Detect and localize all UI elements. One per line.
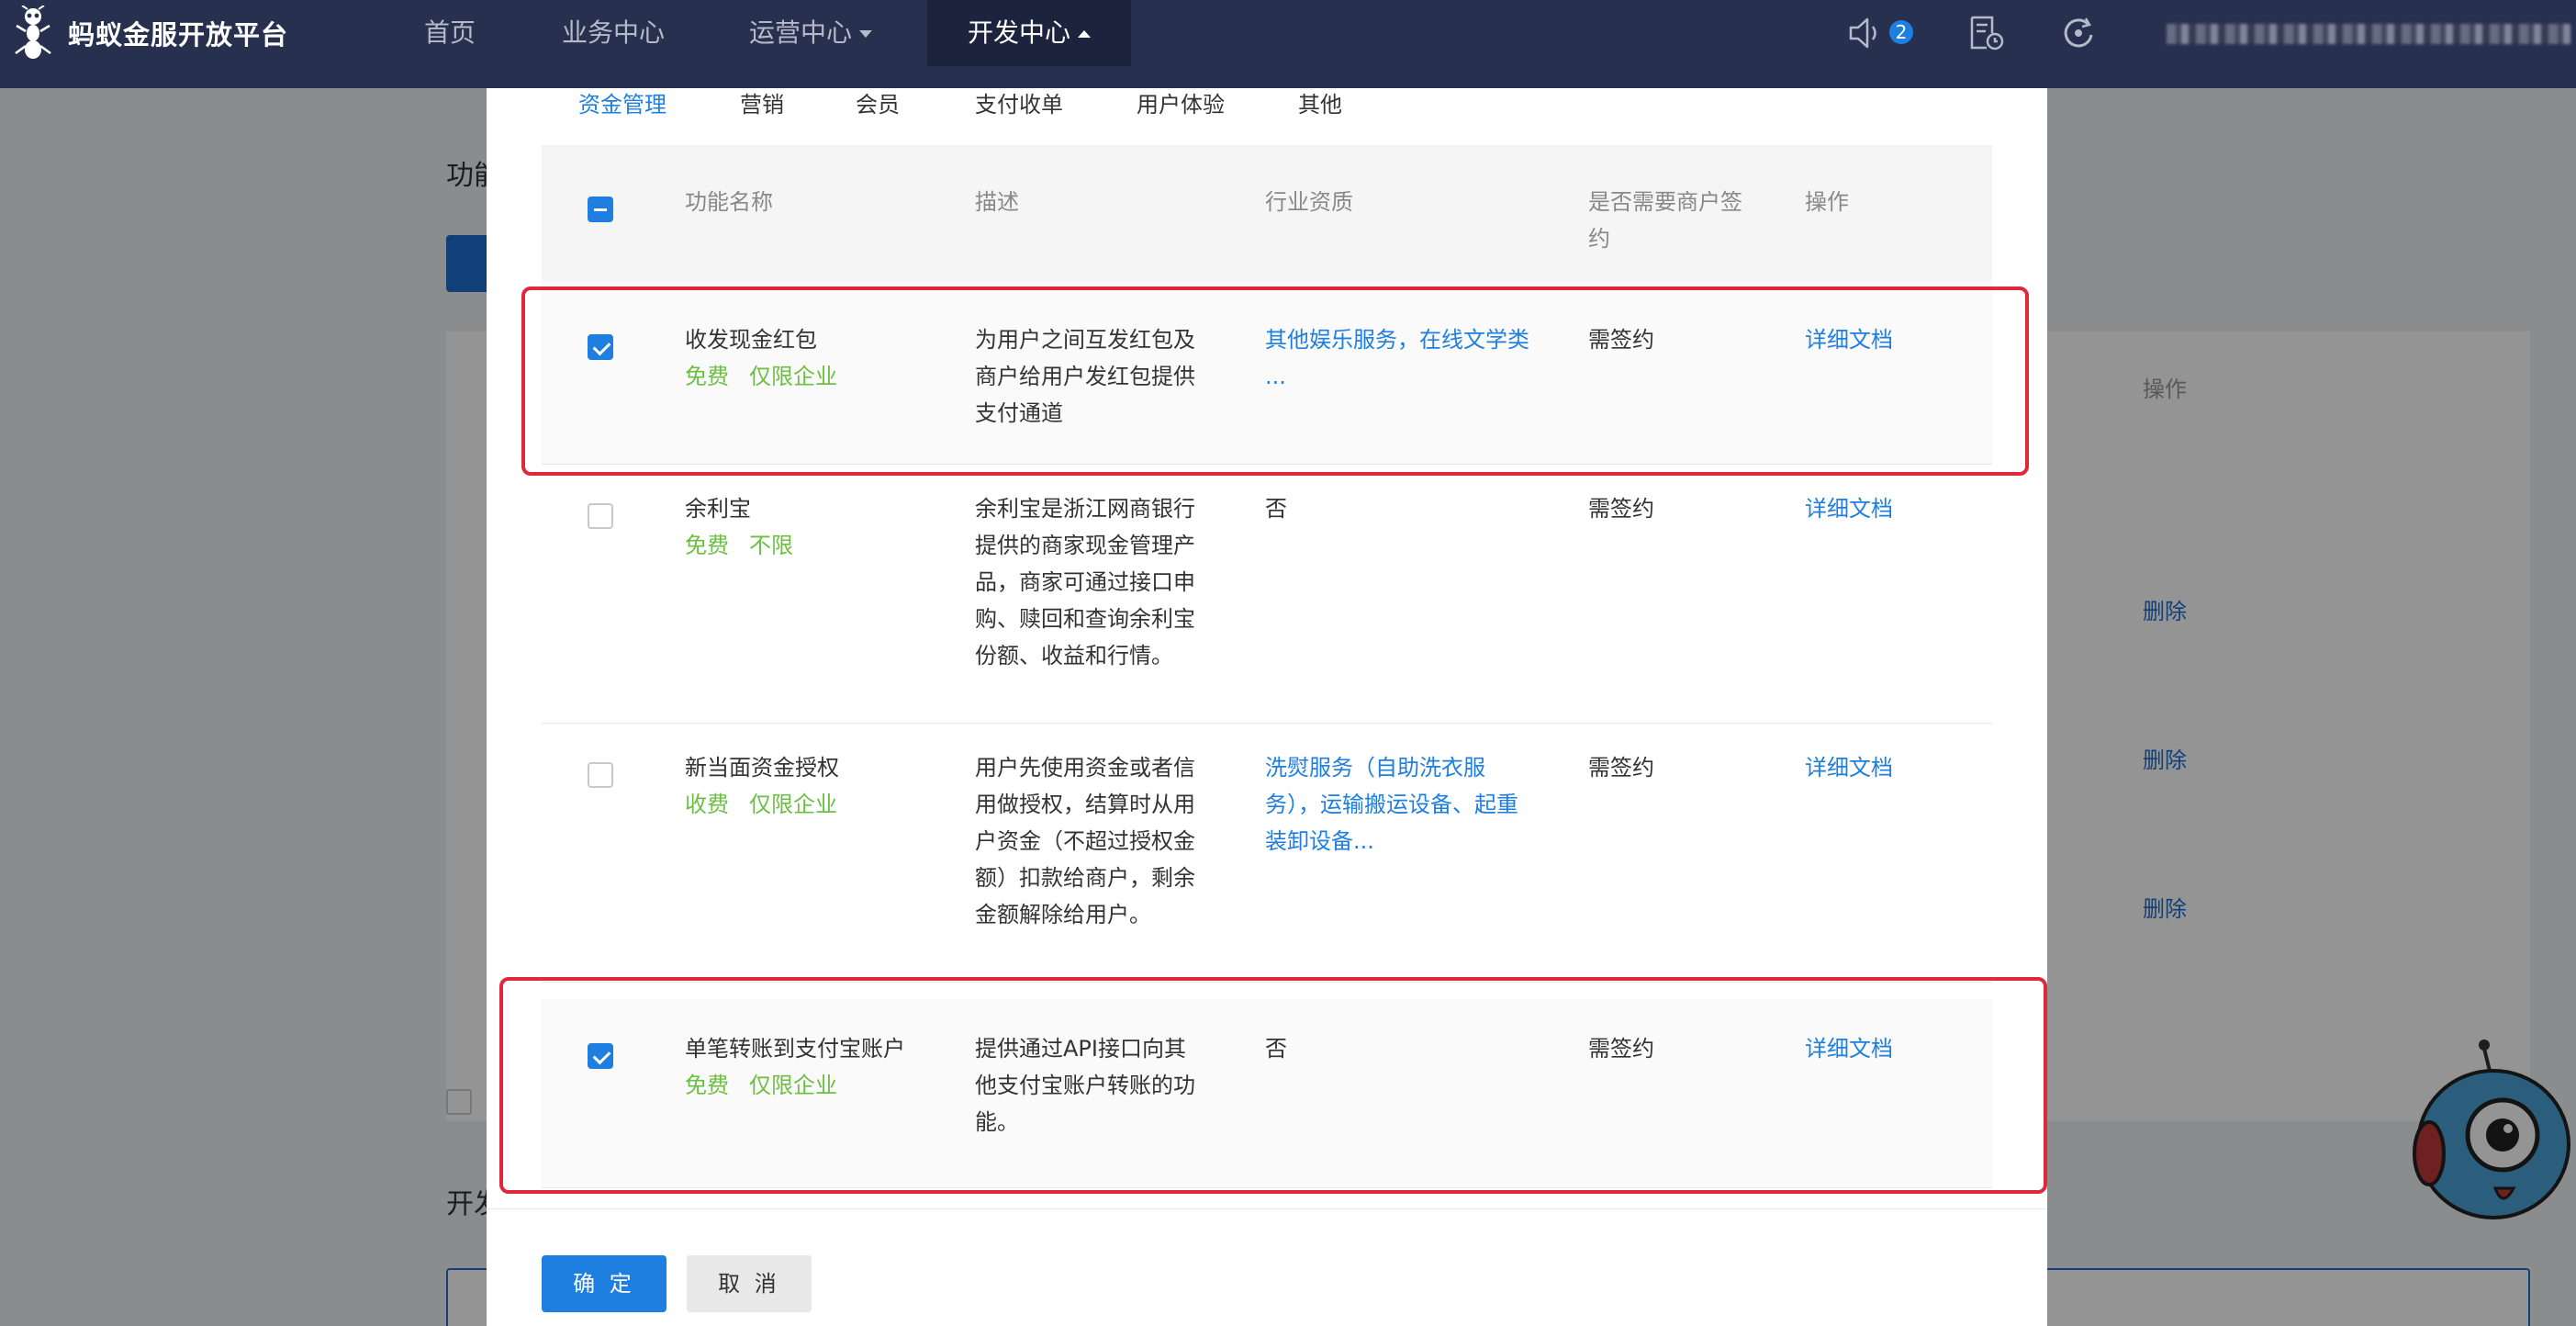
nav-dev-center-label: 开发中心 [968,17,1071,48]
description-line: 提供的商家现金管理产 [975,533,1195,558]
column-header-op: 操作 [1805,189,1849,215]
table-row: 新当面资金授权 收费 仅限企业 用户先使用资金或者信 用做授权，结算时从用 户资金… [542,724,1992,983]
table-row: 余利宝 免费 不限 余利宝是浙江网商银行 提供的商家现金管理产 品，商家可通过接口… [542,465,1992,724]
nav-operations-center[interactable]: 运营中心 [749,0,873,66]
fee-tag: 免费 [685,533,729,558]
document-clock-icon[interactable] [1966,15,2007,51]
row-checkbox[interactable] [588,503,613,529]
description-line: 用户先使用资金或者信 [975,755,1195,781]
highlight-box [521,287,2029,476]
description-line: 用做授权，结算时从用 [975,792,1195,817]
signing-status: 需签约 [1588,496,1654,522]
nav-business-center-label: 业务中心 [562,17,666,48]
top-nav-bar: 蚂蚁金服开放平台 首页 业务中心 运营中心 开发中心 2 [0,0,2576,88]
industry-line: 务），运输搬运设备、起重 [1265,792,1518,817]
industry-line: 洗熨服务（自助洗衣服 [1265,755,1485,781]
column-header-signing-line2: 约 [1588,226,1610,252]
column-header-signing: 是否需要商户签 约 [1588,184,1742,257]
chevron-up-icon [1078,30,1092,38]
description-cell: 用户先使用资金或者信 用做授权，结算时从用 户资金（不超过授权金 额）扣款给商户… [975,749,1195,933]
industry-link[interactable]: 洗熨服务（自助洗衣服 务），运输搬运设备、起重 装卸设备... [1265,749,1518,860]
doc-link[interactable]: 详细文档 [1805,749,1893,786]
description-line: 份额、收益和行情。 [975,643,1173,669]
description-line: 金额解除给用户。 [975,902,1151,927]
table-header: 功能名称 描述 行业资质 是否需要商户签 约 操作 [542,145,1992,281]
description-line: 余利宝是浙江网商银行 [975,496,1195,522]
feature-name-cell: 新当面资金授权 收费 仅限企业 [685,749,857,823]
fee-tag: 收费 [685,792,729,817]
add-features-modal: 资金管理 营销 会员 支付收单 用户体验 其他 功能名称 描述 行业资质 是否需… [487,88,2047,1326]
column-header-name: 功能名称 [685,189,773,215]
user-account-info[interactable] [2167,24,2570,44]
feature-name-cell: 余利宝 免费 不限 [685,490,813,564]
column-header-signing-line1: 是否需要商户签 [1588,189,1742,215]
confirm-button[interactable]: 确 定 [542,1255,666,1312]
category-tabs: 资金管理 营销 会员 支付收单 用户体验 其他 [487,88,2047,143]
row-checkbox[interactable] [588,762,613,788]
select-all-checkbox[interactable] [588,197,613,222]
speaker-icon[interactable] [1847,15,1887,51]
refresh-icon[interactable] [2058,15,2099,51]
tab-marketing[interactable]: 营销 [740,88,784,121]
cancel-button[interactable]: 取 消 [687,1255,812,1312]
nav-home[interactable]: 首页 [424,0,476,66]
description-line: 额）扣款给商户，剩余 [975,865,1195,891]
tab-fund-management[interactable]: 资金管理 [578,88,666,121]
nav-business-center[interactable]: 业务中心 [562,0,665,66]
nav-home-label: 首页 [424,17,476,48]
industry-value: 否 [1265,496,1287,522]
chevron-down-icon [859,30,873,38]
tab-user-experience[interactable]: 用户体验 [1137,88,1225,121]
logo[interactable]: 蚂蚁金服开放平台 [13,6,288,61]
highlight-box [499,977,2047,1194]
notification-badge: 2 [1889,20,1913,44]
industry-line: 装卸设备... [1265,828,1374,854]
modal-footer: 确 定 取 消 [487,1208,2047,1326]
description-line: 品，商家可通过接口申 [975,569,1195,595]
description-line: 购、赎回和查询余利宝 [975,606,1195,632]
feature-name: 新当面资金授权 [685,755,839,781]
scope-tag: 仅限企业 [749,792,837,817]
column-header-industry: 行业资质 [1265,189,1353,215]
description-line: 户资金（不超过授权金 [975,828,1195,854]
feature-tags: 收费 仅限企业 [685,786,857,823]
signing-status: 需签约 [1588,755,1654,781]
brand-name: 蚂蚁金服开放平台 [68,19,289,51]
doc-link[interactable]: 详细文档 [1805,490,1893,527]
feature-name: 余利宝 [685,496,751,522]
nav-dev-center[interactable]: 开发中心 [927,0,1132,66]
feature-tags: 免费 不限 [685,527,813,564]
tab-other[interactable]: 其他 [1298,88,1342,121]
ant-logo-icon [15,6,51,59]
description-cell: 余利宝是浙江网商银行 提供的商家现金管理产 品，商家可通过接口申 购、赎回和查询… [975,490,1195,674]
tab-payment-acquiring[interactable]: 支付收单 [975,88,1063,121]
tab-membership[interactable]: 会员 [856,88,900,121]
column-header-desc: 描述 [975,189,1019,215]
scope-tag: 不限 [749,533,793,558]
nav-operations-center-label: 运营中心 [749,17,853,48]
